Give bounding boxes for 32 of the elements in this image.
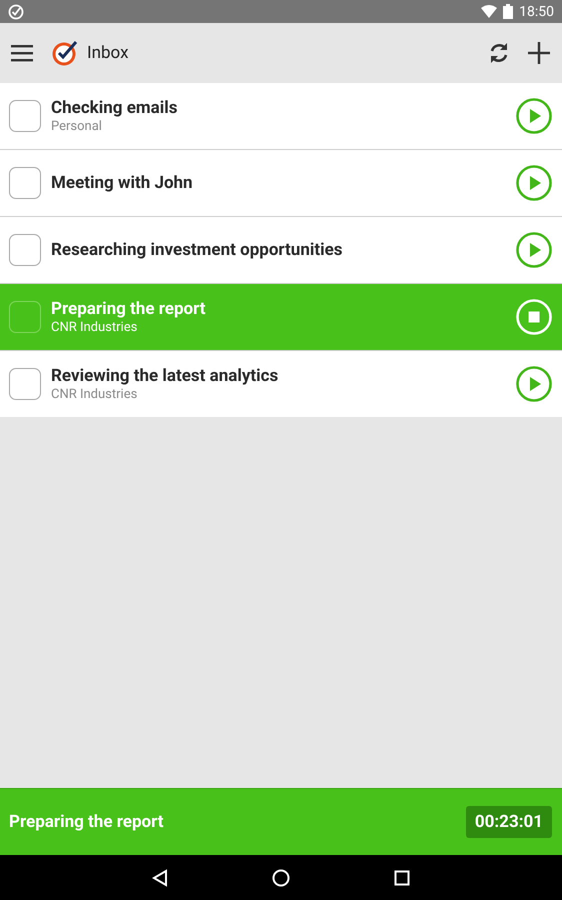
checkbox[interactable] [9, 100, 41, 132]
task-title: Preparing the report [51, 299, 207, 319]
battery-icon [503, 4, 514, 19]
checkbox[interactable] [9, 301, 41, 333]
recents-icon[interactable] [394, 870, 410, 886]
task-title: Checking emails [51, 98, 178, 118]
wifi-icon [481, 4, 498, 18]
task-project: Personal [51, 119, 103, 134]
menu-icon[interactable] [11, 44, 33, 62]
running-task-title: Preparing the report [9, 812, 164, 832]
home-icon[interactable] [272, 868, 290, 886]
task-title: Researching investment opportunities [51, 240, 344, 260]
back-icon[interactable] [152, 868, 168, 886]
clock-check-logo-icon [51, 39, 79, 67]
checkbox[interactable] [9, 234, 41, 266]
screen-title: Inbox [87, 43, 129, 63]
play-button[interactable] [516, 232, 552, 268]
task-project: CNR Industries [51, 320, 138, 335]
checkbox[interactable] [9, 368, 41, 400]
play-button[interactable] [516, 98, 552, 134]
elapsed-time: 00:23:01 [466, 806, 552, 838]
play-button[interactable] [516, 366, 552, 402]
task-title: Reviewing the latest analytics [51, 366, 280, 386]
task-title: Meeting with John [51, 173, 194, 193]
sync-icon[interactable] [488, 42, 510, 64]
add-icon[interactable] [528, 42, 550, 64]
check-clock-icon [8, 4, 24, 20]
play-button[interactable] [516, 165, 552, 201]
task-project: CNR Industries [51, 387, 138, 402]
stop-button[interactable] [516, 299, 552, 335]
checkbox[interactable] [9, 167, 41, 199]
status-time: 18:50 [519, 4, 554, 20]
